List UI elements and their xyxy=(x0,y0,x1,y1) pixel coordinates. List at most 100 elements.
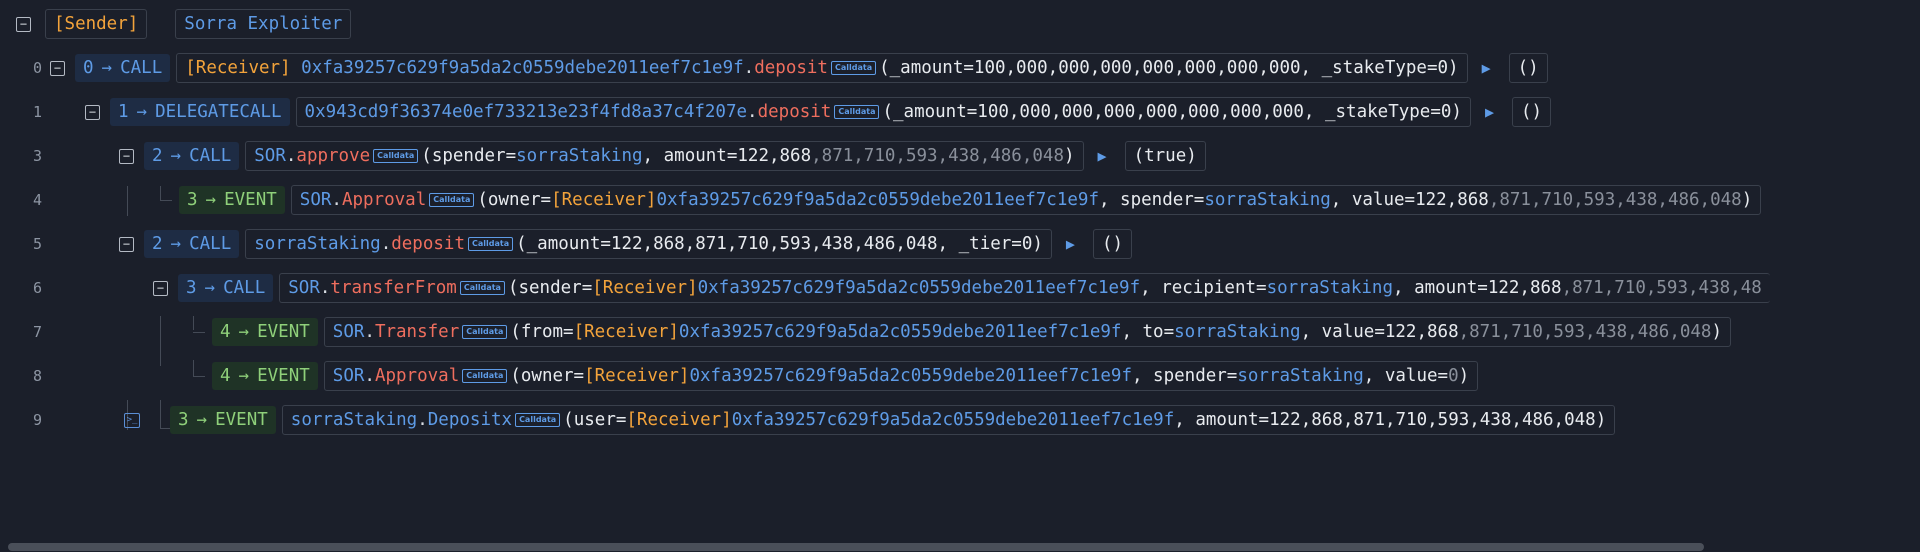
function-name[interactable]: Transfer xyxy=(375,322,459,342)
tree-line xyxy=(160,200,172,201)
arg-tag: [Receiver] xyxy=(573,322,679,342)
call-args: , amount=122,868 xyxy=(642,146,812,166)
target-address[interactable]: SOR xyxy=(288,278,320,298)
depth-label: 4 xyxy=(220,366,231,386)
call-trace-view: − [Sender] Sorra Exploiter 0 − 0 → CALL [R… xyxy=(0,0,1920,552)
tree-line xyxy=(160,316,161,366)
sender-tag: [Sender] xyxy=(54,14,139,34)
arrow-right-icon: → xyxy=(101,58,113,78)
call-args: , value=122,868 xyxy=(1300,322,1459,342)
function-name[interactable]: deposit xyxy=(758,102,832,122)
play-triangle-icon[interactable]: ▶ xyxy=(1482,59,1491,77)
function-name[interactable]: Depositx xyxy=(428,410,512,430)
arrow-right-icon: → xyxy=(136,102,148,122)
call-args: , amount=122,868 xyxy=(1393,278,1562,298)
call-args: , recipient= xyxy=(1140,278,1267,298)
function-name[interactable]: transferFrom xyxy=(330,278,456,298)
calldata-icon[interactable]: Calldata xyxy=(373,149,419,163)
calldata-icon[interactable]: Calldata xyxy=(830,61,877,75)
play-triangle-icon[interactable]: ▶ xyxy=(1066,235,1075,253)
call-args: ) xyxy=(1064,146,1075,166)
sender-tag-box: [Sender] xyxy=(45,9,148,39)
function-name[interactable]: deposit xyxy=(754,58,828,78)
line-number: 8 xyxy=(32,367,42,385)
event-detail: SOR. Approval Calldata (owner= [Receiver] 0xf… xyxy=(323,361,1479,391)
return-value-box: () xyxy=(1508,53,1548,83)
function-name[interactable]: approve xyxy=(296,146,370,166)
collapse-icon[interactable]: − xyxy=(153,280,168,296)
function-name[interactable]: deposit xyxy=(391,234,465,254)
event-badge: 3 → EVENT xyxy=(170,406,276,434)
call-args: (owner= xyxy=(477,190,552,210)
target-address[interactable]: 0x943cd9f36374e0ef733213e23f4fd8a37c4f20… xyxy=(305,102,748,122)
calldata-icon[interactable]: Calldata xyxy=(429,193,475,207)
arg-tag: [Receiver] xyxy=(592,278,698,298)
target-address[interactable]: SOR xyxy=(333,322,365,342)
call-badge: 1 → DELEGATECALL xyxy=(110,98,290,126)
call-args-muted: ,871,710,593,438,48 xyxy=(1561,278,1762,298)
call-args-muted: ,871,710,593,438,486,048 xyxy=(811,146,1064,166)
target-address[interactable]: sorraStaking xyxy=(254,234,380,254)
call-args: , to= xyxy=(1121,322,1175,342)
calldata-icon[interactable]: Calldata xyxy=(462,369,508,383)
call-args: (_amount=100,000,000,000,000,000,000,000… xyxy=(882,102,1462,122)
arrow-right-icon: → xyxy=(170,234,182,254)
event-badge: 4 → EVENT xyxy=(212,362,318,390)
arg-tag: [Receiver] xyxy=(551,190,657,210)
arg-address[interactable]: 0xfa39257c629f9a5da2c0559debe2011eef7c1e… xyxy=(689,366,1132,386)
play-triangle-icon[interactable]: ▶ xyxy=(1098,147,1107,165)
collapse-all-icon[interactable]: − xyxy=(16,16,31,32)
calldata-icon[interactable]: Calldata xyxy=(834,105,880,119)
arg-address[interactable]: 0xfa39257c629f9a5da2c0559debe2011eef7c1e… xyxy=(698,278,1141,298)
arg-address[interactable]: sorraStaking xyxy=(1267,278,1393,298)
return-value-box: () xyxy=(1092,229,1133,259)
arrow-right-icon: → xyxy=(238,322,250,342)
event-detail: SOR. Transfer Calldata (from= [Receiver] 0xfa… xyxy=(323,317,1732,347)
target-address[interactable]: SOR xyxy=(333,366,365,386)
calldata-icon[interactable]: Calldata xyxy=(468,237,514,251)
call-type: CALL xyxy=(189,146,232,166)
target-address[interactable]: sorraStaking xyxy=(291,410,417,430)
collapse-icon[interactable]: − xyxy=(50,60,65,76)
arg-address[interactable]: sorraStaking xyxy=(1174,322,1300,342)
scrollbar-thumb[interactable] xyxy=(8,543,1704,551)
function-name[interactable]: Approval xyxy=(375,366,459,386)
call-badge: 3 → CALL xyxy=(178,274,274,302)
collapse-icon[interactable]: − xyxy=(119,236,134,252)
function-name[interactable]: Approval xyxy=(342,190,426,210)
arg-address[interactable]: 0xfa39257c629f9a5da2c0559debe2011eef7c1e… xyxy=(732,410,1175,430)
arrow-right-icon: → xyxy=(170,146,182,166)
return-value: () xyxy=(1517,58,1539,78)
arg-address[interactable]: 0xfa39257c629f9a5da2c0559debe2011eef7c1e… xyxy=(656,190,1099,210)
collapse-icon[interactable]: − xyxy=(85,104,100,120)
addr-tag: [Receiver] xyxy=(185,58,291,78)
arg-address[interactable]: sorraStaking xyxy=(516,146,642,166)
sender-name[interactable]: Sorra Exploiter xyxy=(184,14,342,34)
terminal-icon[interactable]: >_ xyxy=(124,412,140,428)
tree-line xyxy=(193,316,194,330)
arg-address[interactable]: 0xfa39257c629f9a5da2c0559debe2011eef7c1e… xyxy=(679,322,1122,342)
return-value: () xyxy=(1101,234,1124,254)
collapse-icon[interactable]: − xyxy=(119,148,134,164)
call-args-muted: ,871,710,593,438,486,048 xyxy=(1458,322,1712,342)
arg-address[interactable]: sorraStaking xyxy=(1204,190,1330,210)
arrow-right-icon: → xyxy=(196,410,208,430)
depth-label: 0 xyxy=(83,58,94,78)
target-address[interactable]: SOR xyxy=(254,146,286,166)
call-args: , amount=122,868,871,710,593,438,486,048… xyxy=(1174,410,1607,430)
play-triangle-icon[interactable]: ▶ xyxy=(1485,103,1494,121)
call-args: , value= xyxy=(1363,366,1449,386)
calldata-icon[interactable]: Calldata xyxy=(515,413,561,427)
call-type: EVENT xyxy=(257,366,310,386)
tree-line xyxy=(193,360,194,376)
return-value-box: () xyxy=(1511,97,1552,127)
target-address[interactable]: SOR xyxy=(300,190,332,210)
target-address[interactable]: 0xfa39257c629f9a5da2c0559debe2011eef7c1e… xyxy=(301,58,744,78)
call-args: (owner= xyxy=(510,366,585,386)
line-number: 5 xyxy=(32,235,42,253)
calldata-icon[interactable]: Calldata xyxy=(462,325,508,339)
trace-header: − [Sender] Sorra Exploiter xyxy=(16,2,352,46)
line-number: 1 xyxy=(32,103,42,121)
arg-address[interactable]: sorraStaking xyxy=(1237,366,1363,386)
calldata-icon[interactable]: Calldata xyxy=(459,281,505,295)
